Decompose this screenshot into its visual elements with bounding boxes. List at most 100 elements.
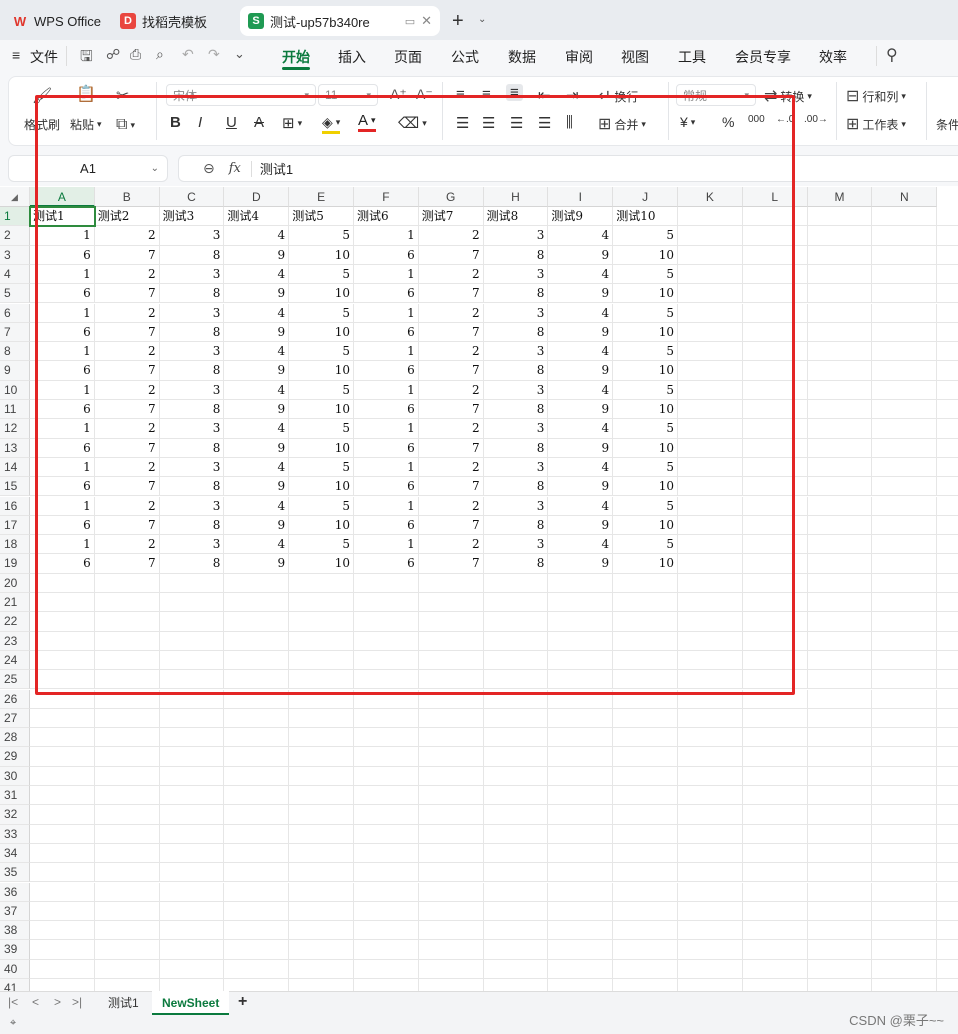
empty-cell[interactable] [613,959,678,979]
empty-cell[interactable] [872,728,938,748]
data-cell[interactable]: 9 [224,284,290,304]
wrap-text-button[interactable]: ↵ 换行 [598,86,638,106]
empty-cell[interactable] [354,747,419,767]
merge-button[interactable]: ⊞ 合并 ▾ [598,114,646,134]
hamburger-menu-icon[interactable]: ≡ [12,47,20,63]
data-cell[interactable]: 4 [548,303,614,323]
empty-cell[interactable] [742,226,808,246]
empty-cell[interactable] [872,477,938,497]
empty-cell[interactable] [872,284,938,304]
empty-cell[interactable] [807,245,873,265]
empty-cell[interactable] [807,477,873,497]
empty-cell[interactable] [872,264,938,285]
empty-cell[interactable] [937,535,958,555]
empty-cell[interactable] [289,708,354,729]
data-cell[interactable]: 7 [94,477,160,497]
empty-cell[interactable] [613,573,678,593]
empty-cell[interactable] [224,959,290,979]
data-cell[interactable]: 8 [159,400,225,420]
empty-cell[interactable] [807,573,873,593]
empty-cell[interactable] [742,264,808,285]
empty-cell[interactable] [354,901,419,922]
data-cell[interactable]: 6 [30,322,95,343]
empty-cell[interactable] [159,805,225,825]
empty-cell[interactable] [289,786,354,806]
empty-cell[interactable] [224,824,290,844]
menu-formula[interactable]: 公式 [451,47,479,67]
empty-cell[interactable] [678,805,743,825]
row-header[interactable]: 10 [0,380,30,400]
empty-cell[interactable] [872,457,938,478]
empty-cell[interactable] [872,593,938,613]
row-header[interactable]: 12 [0,419,30,439]
data-cell[interactable]: 5 [289,496,354,516]
distribute-icon[interactable]: ⫼ [566,114,573,131]
percent-button[interactable]: % [722,114,734,130]
empty-cell[interactable] [159,573,225,593]
conditional-format-button[interactable]: 条件 [936,116,958,133]
data-cell[interactable]: 6 [30,284,95,304]
empty-cell[interactable] [548,631,614,651]
data-cell[interactable]: 7 [94,245,160,265]
cut-icon[interactable]: ✂ [116,86,129,106]
empty-cell[interactable] [678,766,743,786]
data-cell[interactable]: 6 [30,438,95,458]
empty-cell[interactable] [872,303,938,323]
empty-cell[interactable] [548,708,614,729]
empty-cell[interactable] [289,901,354,922]
empty-cell[interactable] [807,863,873,883]
empty-cell[interactable] [94,670,160,690]
data-cell[interactable]: 3 [483,264,549,285]
empty-cell[interactable] [354,824,419,844]
empty-cell[interactable] [872,863,938,883]
empty-cell[interactable] [872,747,938,767]
empty-cell[interactable] [418,843,484,864]
column-header[interactable]: H [483,187,549,207]
empty-cell[interactable] [613,766,678,786]
data-cell[interactable]: 6 [30,361,95,381]
data-cell[interactable]: 8 [483,400,549,420]
data-cell[interactable]: 1 [354,303,419,323]
data-cell[interactable]: 7 [418,477,484,497]
empty-cell[interactable] [289,805,354,825]
empty-cell[interactable] [742,207,808,227]
empty-cell[interactable] [483,863,549,883]
empty-cell[interactable] [742,805,808,825]
menu-data[interactable]: 数据 [508,47,536,67]
menu-home[interactable]: 开始 [282,47,310,67]
empty-cell[interactable] [678,361,743,381]
data-cell[interactable]: 6 [30,245,95,265]
data-cell[interactable]: 2 [418,303,484,323]
empty-cell[interactable] [678,921,743,941]
data-cell[interactable]: 1 [30,457,95,478]
empty-cell[interactable] [159,901,225,922]
data-cell[interactable]: 4 [548,380,614,400]
data-cell[interactable]: 1 [30,380,95,400]
empty-cell[interactable] [548,882,614,902]
empty-cell[interactable] [94,650,160,671]
empty-cell[interactable] [483,631,549,651]
empty-cell[interactable] [224,612,290,632]
empty-cell[interactable] [872,361,938,381]
empty-cell[interactable] [937,632,958,651]
empty-cell[interactable] [678,901,743,922]
empty-cell[interactable] [354,631,419,651]
empty-cell[interactable] [678,708,743,729]
empty-cell[interactable] [224,631,290,651]
empty-cell[interactable] [937,593,958,613]
empty-cell[interactable] [872,612,938,632]
data-cell[interactable]: 3 [483,496,549,516]
data-cell[interactable]: 9 [548,361,614,381]
data-cell[interactable]: 9 [548,438,614,458]
empty-cell[interactable] [30,766,95,786]
header-cell[interactable]: 测试3 [159,207,225,227]
empty-cell[interactable] [807,342,873,362]
empty-cell[interactable] [742,747,808,767]
data-cell[interactable]: 7 [94,361,160,381]
empty-cell[interactable] [807,882,873,902]
empty-cell[interactable] [937,323,958,343]
data-cell[interactable]: 5 [289,264,354,285]
empty-cell[interactable] [224,708,290,729]
data-cell[interactable]: 8 [159,284,225,304]
empty-cell[interactable] [678,419,743,439]
